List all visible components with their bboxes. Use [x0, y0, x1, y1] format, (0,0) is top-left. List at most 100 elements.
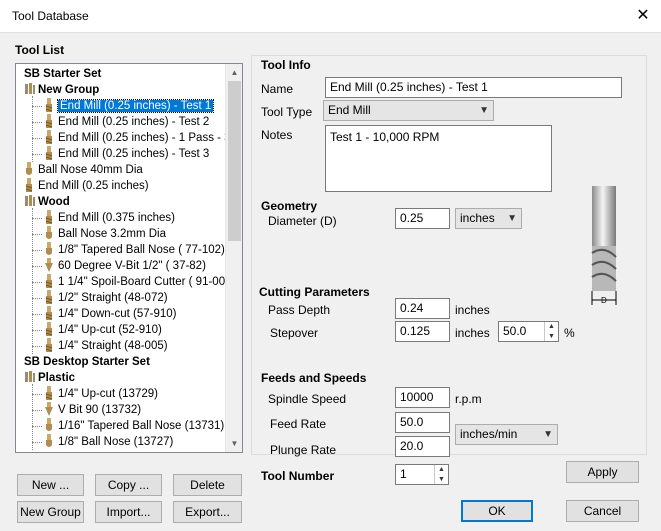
stepover-input[interactable]: 0.125: [395, 321, 450, 342]
tree-connector: [32, 426, 42, 427]
plunge-rate-input[interactable]: 20.0: [395, 436, 450, 457]
tree-tool-item[interactable]: 1/2" Straight (48-072): [44, 290, 168, 306]
tool-number-value: 1: [400, 467, 407, 481]
tree-tool-item[interactable]: 60 Degree V-Bit 1/2" ( 37-82): [44, 258, 206, 274]
tree-tool-item[interactable]: End Mill (0.25 inches) - Test 1: [44, 98, 215, 114]
delete-tool-button[interactable]: Delete: [173, 474, 242, 496]
pass-depth-input[interactable]: 0.24: [395, 298, 450, 319]
ball-nose-icon: [44, 434, 54, 448]
tree-tool-item[interactable]: Ball Nose 40mm Dia: [24, 162, 143, 178]
tree-tool-item[interactable]: 1/4" Down-cut (57-910): [44, 306, 177, 322]
close-icon[interactable]: ✕: [633, 6, 653, 26]
tree-item-label: Ball Nose 40mm Dia: [38, 164, 143, 176]
rate-units-value: inches/min: [460, 427, 518, 441]
tree-root-item[interactable]: SB Desktop Starter Set: [24, 354, 150, 370]
end-mill-icon: [44, 306, 54, 320]
tree-connector: [32, 282, 42, 283]
diameter-input[interactable]: 0.25: [395, 208, 450, 229]
end-mill-icon: [44, 386, 54, 400]
diameter-units-select[interactable]: inches ▼: [455, 208, 522, 229]
ball-nose-icon: [24, 162, 34, 176]
ok-button[interactable]: OK: [461, 500, 533, 522]
tool-tree[interactable]: SB Starter Set New Group End Mill (0.25 in…: [15, 63, 243, 453]
ball-nose-icon: [44, 226, 54, 240]
scroll-thumb[interactable]: [228, 81, 241, 241]
tree-item-label: End Mill (0.25 inches) - Test 2: [58, 116, 210, 128]
spin-down-icon[interactable]: ▼: [435, 475, 448, 485]
feeds-speeds-heading: Feeds and Speeds: [261, 371, 367, 385]
tree-connector: [32, 410, 42, 411]
scroll-up-icon[interactable]: ▲: [226, 64, 242, 81]
copy-tool-button[interactable]: Copy ...: [95, 474, 162, 496]
tree-connector: [32, 330, 42, 331]
end-mill-icon: [44, 338, 54, 352]
tree-group-item[interactable]: Wood: [24, 194, 70, 210]
stepover-percent-input[interactable]: 50.0 ▲ ▼: [498, 321, 559, 342]
tree-tool-item[interactable]: End Mill (0.375 inches): [44, 210, 175, 226]
tree-item-label: 1 1/4" Spoil-Board Cutter ( 91-000: [58, 276, 226, 288]
pass-depth-unit: inches: [455, 303, 490, 317]
cancel-button[interactable]: Cancel: [566, 500, 639, 522]
tree-item-label: 1/2" Straight (48-072): [58, 292, 168, 304]
name-field[interactable]: End Mill (0.25 inches) - Test 1: [325, 77, 622, 98]
tree-tool-item[interactable]: 1/8" Ball Nose (13727): [44, 434, 173, 450]
tree-connector: [32, 106, 42, 107]
tree-tool-item[interactable]: 1/8" Tapered Ball Nose ( 77-102): [44, 242, 225, 258]
new-tool-button[interactable]: New ...: [17, 474, 84, 496]
tree-connector: [32, 384, 33, 450]
end-mill-icon: [44, 274, 54, 288]
tree-tool-item[interactable]: End Mill (0.25 inches) - 1 Pass - 3x: [44, 130, 226, 146]
tree-tool-item[interactable]: 1 1/4" Spoil-Board Cutter ( 91-000: [44, 274, 226, 290]
spin-up-icon[interactable]: ▲: [545, 322, 558, 332]
export-button[interactable]: Export...: [173, 501, 242, 523]
title-bar: Tool Database ✕: [0, 0, 661, 33]
tree-scrollbar[interactable]: ▲ ▼: [225, 64, 242, 452]
tree-item-label: End Mill (0.25 inches): [38, 180, 149, 192]
tree-connector: [32, 250, 42, 251]
end-mill-icon: [44, 290, 54, 304]
tree-item-label: 1/8" Ball Nose (13727): [58, 436, 174, 448]
tree-tool-item[interactable]: 1/4" Straight (48-005): [44, 338, 168, 354]
feed-rate-input[interactable]: 50.0: [395, 412, 450, 433]
new-group-button[interactable]: New Group: [17, 501, 84, 523]
spindle-speed-unit: r.p.m: [455, 392, 482, 406]
tree-connector: [32, 346, 42, 347]
end-mill-icon: [44, 210, 54, 224]
tree-item-label: 1/4" Up-cut (52-910): [58, 324, 162, 336]
spin-up-icon[interactable]: ▲: [435, 465, 448, 475]
rate-units-select[interactable]: inches/min ▼: [455, 424, 558, 445]
scroll-down-icon[interactable]: ▼: [226, 435, 242, 452]
tree-tool-item[interactable]: Ball Nose 3.2mm Dia: [44, 226, 166, 242]
tree-tool-item[interactable]: 1/4" Up-cut (13729): [44, 386, 158, 402]
tree-connector: [32, 122, 42, 123]
tree-tool-item[interactable]: 1/4" Up-cut (52-910): [44, 322, 162, 338]
tool-number-spinner[interactable]: ▲ ▼: [434, 465, 448, 484]
spindle-speed-input[interactable]: 10000: [395, 387, 450, 408]
apply-button[interactable]: Apply: [566, 461, 639, 483]
spin-down-icon[interactable]: ▼: [545, 332, 558, 342]
tree-connector: [32, 96, 33, 162]
tool-type-select[interactable]: End Mill ▼: [323, 100, 494, 121]
notes-textarea[interactable]: Test 1 - 10,000 RPM: [325, 125, 552, 192]
tool-info-heading: Tool Info: [261, 58, 311, 72]
tree-connector: [32, 266, 42, 267]
chevron-down-icon: ▼: [507, 213, 517, 224]
import-button[interactable]: Import...: [95, 501, 162, 523]
tree-group-item[interactable]: New Group: [24, 82, 99, 98]
tree-tool-item[interactable]: End Mill (0.25 inches) - Test 3: [44, 146, 209, 162]
tree-tool-item[interactable]: 1/16" Tapered Ball Nose (13731): [44, 418, 224, 434]
notes-label: Notes: [261, 128, 293, 142]
tree-connector: [32, 394, 42, 395]
tree-item-label: End Mill (0.25 inches) - Test 1: [56, 99, 215, 113]
tool-number-input[interactable]: 1 ▲ ▼: [395, 464, 449, 485]
tree-tool-item[interactable]: End Mill (0.25 inches) - Test 2: [44, 114, 209, 130]
plunge-rate-label: Plunge Rate: [270, 443, 337, 457]
end-mill-icon: [44, 114, 54, 128]
stepover-percent-spinner[interactable]: ▲ ▼: [544, 322, 558, 341]
stepover-label: Stepover: [270, 326, 319, 340]
tool-list-heading: Tool List: [15, 43, 65, 57]
tree-tool-item[interactable]: End Mill (0.25 inches): [24, 178, 149, 194]
tree-tool-item[interactable]: V Bit 90 (13732): [44, 402, 141, 418]
ball-nose-icon: [44, 242, 54, 256]
tree-root-item[interactable]: SB Starter Set: [24, 66, 101, 82]
